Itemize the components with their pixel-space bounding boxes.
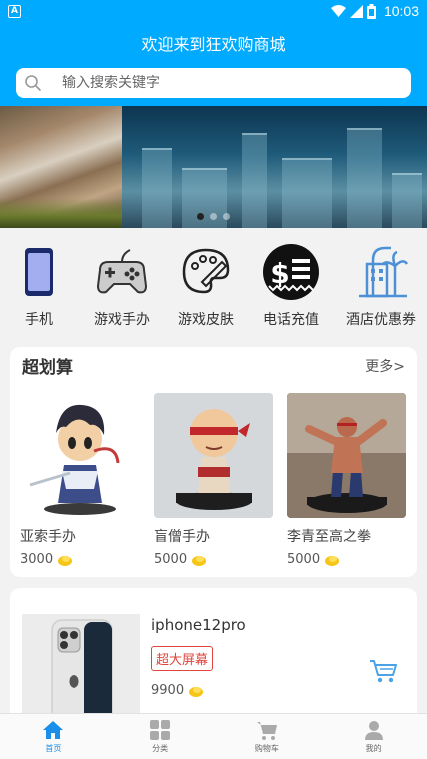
deals-section: 超划算 更多> 亚索手办 3000 盲僧手办 5000 李青至高之拳 5000 [10,347,417,577]
coin-icon [189,686,204,697]
coin-icon [58,555,73,566]
category-item-phone-recharge[interactable]: $ 电话充值 [248,242,334,329]
price-row: 5000 [154,552,273,567]
cart-icon [256,722,277,740]
tab-home[interactable]: 首页 [0,714,107,759]
product-image[interactable] [20,393,139,518]
product-name: iphone12pro [151,616,246,634]
category-nav: 手机 游戏手办 游戏皮肤 $ 电话充值 酒店优惠券 [0,228,427,340]
grid-icon [150,720,171,740]
product-price: 3000 [20,552,54,567]
section-title: 超划算 [22,358,73,378]
status-indicators: 10:03 [330,3,419,19]
product-card[interactable]: 盲僧手办 5000 [154,393,273,567]
product-image[interactable] [287,393,406,518]
header: 欢迎来到狂欢购商城 [0,24,427,106]
signal-icon [349,4,363,18]
coin-icon [192,555,207,566]
price-row: 5000 [287,552,406,567]
product-name: 李青至高之拳 [287,529,371,545]
svg-text:$: $ [270,257,289,290]
app-notification-icon: A [8,5,21,18]
battery-icon [366,3,376,19]
price-row: 3000 [20,552,139,567]
home-icon [43,721,64,739]
category-label: 酒店优惠券 [346,312,416,328]
dollar-icon: $ [263,244,319,300]
product-card[interactable]: 亚索手办 3000 [20,393,139,567]
category-label: 手机 [25,312,53,328]
banner-slide-image[interactable] [0,106,122,228]
banner-slide-image[interactable] [122,106,427,228]
phone-icon [25,248,53,296]
more-link[interactable]: 更多> [365,356,405,376]
product-card[interactable]: 李青至高之拳 5000 [287,393,406,567]
carousel-indicator [197,213,230,220]
category-item-game-skins[interactable]: 游戏皮肤 [163,242,249,329]
product-price: 9900 [151,683,185,698]
carousel-dot[interactable] [210,213,217,220]
tab-label: 购物车 [254,744,279,753]
search-input[interactable] [62,75,382,91]
product-tag-badge: 超大屏幕 [151,646,214,671]
category-item-hotel-coupons[interactable]: 酒店优惠券 [338,242,424,329]
category-item-phone[interactable]: 手机 [0,242,82,329]
carousel-dot[interactable] [197,213,204,220]
status-bar: A 10:03 [0,0,427,24]
wifi-icon [330,4,346,17]
clock: 10:03 [383,3,419,19]
search-icon [25,75,41,91]
tab-label: 我的 [365,744,382,753]
tab-profile[interactable]: 我的 [320,714,427,759]
hotel-icon [359,246,409,298]
product-name: 亚索手办 [20,529,76,545]
tab-cart[interactable]: 购物车 [214,714,321,759]
product-image[interactable] [154,393,273,518]
product-price: 5000 [287,552,321,567]
tab-category[interactable]: 分类 [107,714,214,759]
product-name: 盲僧手办 [154,529,210,545]
banner-carousel[interactable] [0,106,427,228]
add-to-cart-button[interactable] [369,658,397,684]
product-list-item[interactable]: iphone12pro 超大屏幕 9900 [10,588,417,728]
search-bar[interactable] [16,68,411,98]
product-image[interactable] [22,614,140,728]
tab-label: 分类 [152,744,169,753]
user-icon [364,721,383,740]
product-price: 5000 [154,552,188,567]
carousel-dot[interactable] [223,213,230,220]
palette-icon [182,248,230,294]
category-item-game-figures[interactable]: 游戏手办 [79,242,165,329]
tab-label: 首页 [45,744,62,753]
price-row: 9900 [151,683,204,698]
category-label: 游戏手办 [94,312,150,328]
coin-icon [325,555,340,566]
gamepad-icon [96,249,148,294]
bottom-tab-bar: 首页 分类 购物车 我的 [0,713,427,759]
page-title: 欢迎来到狂欢购商城 [141,35,286,54]
category-label: 游戏皮肤 [178,312,234,328]
category-label: 电话充值 [263,312,319,328]
